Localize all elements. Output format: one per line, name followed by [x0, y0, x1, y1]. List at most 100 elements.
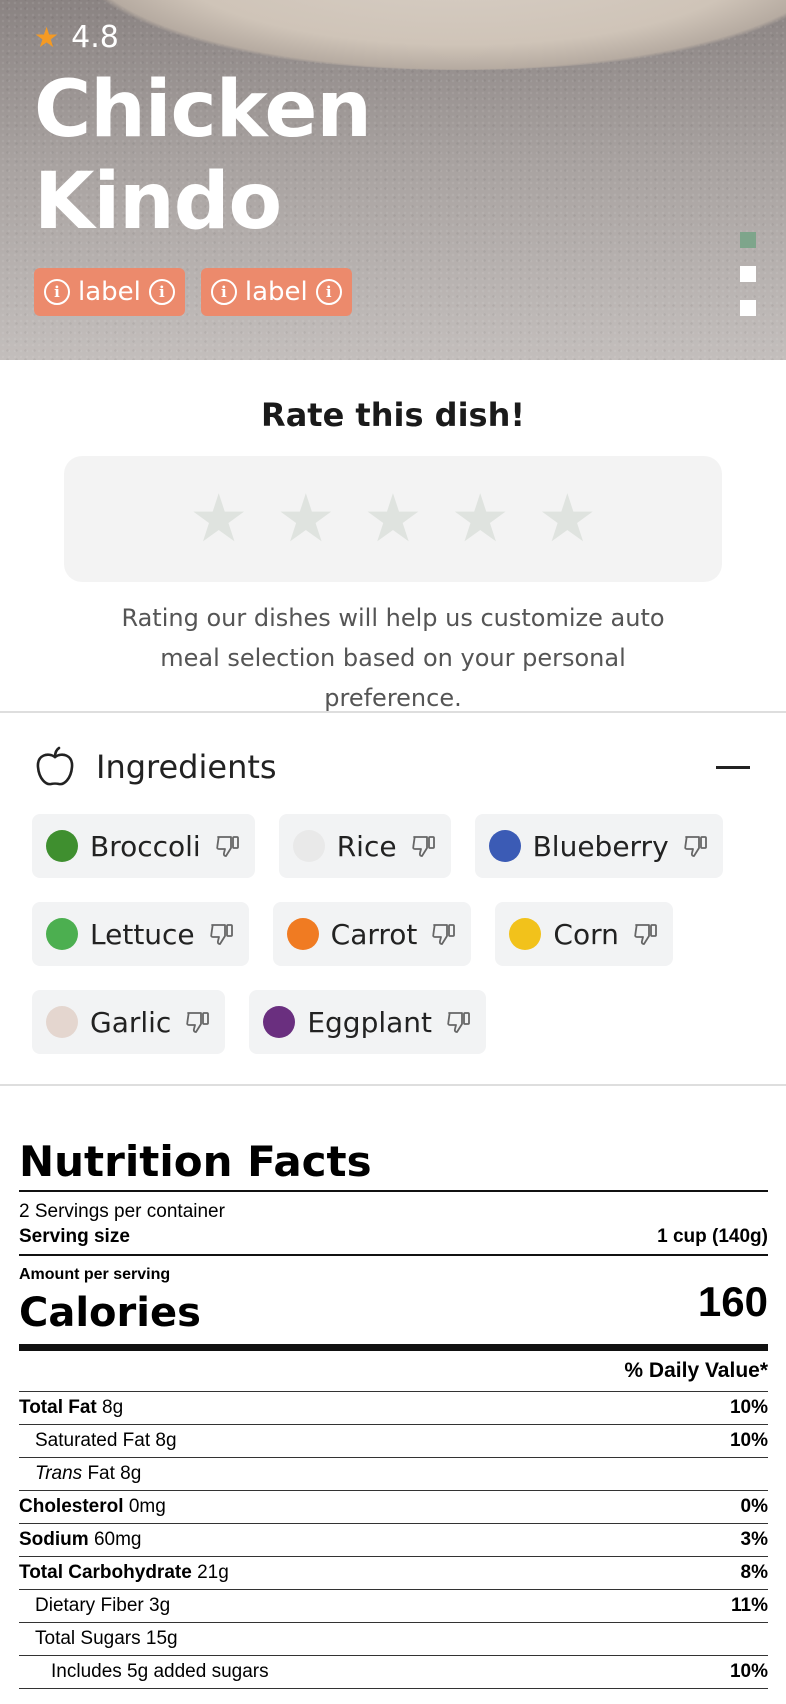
- hero-image: ★ 4.8 Chicken Kindo i label i i label i: [0, 0, 786, 360]
- nutrient-amount: 21g: [197, 1562, 229, 1583]
- ingredients-header[interactable]: Ingredients: [34, 744, 750, 790]
- thumbs-down-icon[interactable]: [185, 1009, 211, 1035]
- divider: [0, 711, 786, 713]
- nutrient-row: Trans Fat 8g: [19, 1458, 768, 1491]
- ingredient-chip-eggplant[interactable]: Eggplant: [249, 990, 487, 1054]
- calories-row: Calories 160: [19, 1278, 768, 1351]
- rice-bowl-icon: [292, 830, 325, 862]
- nutrient-daily-value: 8%: [740, 1562, 768, 1583]
- nutrient-daily-value: 10%: [729, 1430, 768, 1451]
- nutrient-row: Total Sugars 15g: [19, 1623, 768, 1656]
- nutrient-italic-label: Trans: [35, 1463, 83, 1484]
- ingredient-label: Rice: [336, 829, 397, 863]
- nutrient-daily-value: 3%: [740, 1529, 768, 1550]
- ingredient-label: Garlic: [90, 1005, 172, 1039]
- ingredients-title: Ingredients: [96, 748, 277, 786]
- tag-badge[interactable]: i label i: [34, 268, 185, 316]
- nutrient-row: Total Fat 8g 10%: [19, 1392, 768, 1425]
- carrot-icon: [286, 918, 319, 950]
- ingredient-chip-garlic[interactable]: Garlic: [32, 990, 226, 1054]
- star-4-icon[interactable]: ★: [451, 486, 510, 552]
- nutrient-name: Trans Fat 8g: [19, 1463, 141, 1485]
- rating-value: 4.8: [71, 20, 119, 55]
- lettuce-icon: [46, 918, 78, 950]
- serving-size-value: 1 cup (140g): [657, 1226, 768, 1247]
- nutrient-row: Includes 5g added sugars 10%: [19, 1656, 768, 1689]
- ingredient-chip-blueberry[interactable]: Blueberry: [474, 814, 723, 878]
- ingredient-chip-broccoli[interactable]: Broccoli: [32, 814, 255, 878]
- thumbs-down-icon[interactable]: [209, 921, 235, 947]
- carousel-dot-active[interactable]: [740, 232, 756, 248]
- nutrient-amount: Includes 5g added sugars: [51, 1661, 269, 1682]
- garlic-icon: [46, 1006, 78, 1038]
- thumbs-down-icon[interactable]: [683, 833, 709, 859]
- thumbs-down-icon[interactable]: [411, 833, 437, 859]
- daily-value-header: % Daily Value*: [19, 1351, 768, 1392]
- ingredient-chip-corn[interactable]: Corn: [495, 902, 673, 966]
- ingredient-chip-rice[interactable]: Rice: [278, 814, 451, 878]
- nutrient-rows: Total Fat 8g 10% Saturated Fat 8g 10% Trans …: [19, 1392, 768, 1689]
- eggplant-icon: [263, 1006, 296, 1038]
- nutrient-bold-label: Total Fat: [19, 1397, 97, 1418]
- nutrient-amount: 0mg: [128, 1496, 166, 1517]
- carousel-indicator: [740, 232, 756, 316]
- thumbs-down-icon[interactable]: [633, 921, 659, 947]
- nutrient-amount: Total Sugars 15g: [35, 1628, 178, 1649]
- ingredient-label: Blueberry: [532, 829, 669, 863]
- calories-value: 160: [697, 1278, 768, 1325]
- ingredient-label: Carrot: [330, 917, 418, 951]
- nutrient-name: Total Fat 8g: [19, 1397, 123, 1419]
- nutrient-row: Total Carbohydrate 21g 8%: [19, 1557, 768, 1590]
- star-3-icon[interactable]: ★: [363, 486, 422, 552]
- dish-rating: ★ 4.8: [34, 20, 119, 55]
- nutrient-name: Sodium 60mg: [19, 1529, 141, 1551]
- nutrient-amount: Dietary Fiber 3g: [35, 1595, 171, 1616]
- thumbs-down-icon[interactable]: [446, 1009, 472, 1035]
- ingredient-chip-carrot[interactable]: Carrot: [272, 902, 472, 966]
- nutrient-name: Saturated Fat 8g: [19, 1430, 177, 1452]
- nutrient-name: Dietary Fiber 3g: [19, 1595, 170, 1617]
- nutrient-bold-label: Sodium: [19, 1529, 89, 1550]
- thumbs-down-icon[interactable]: [215, 833, 241, 859]
- nutrient-amount: 60mg: [93, 1529, 142, 1550]
- nutrient-daily-value: 0%: [740, 1496, 768, 1517]
- nutrient-daily-value: 11%: [731, 1595, 768, 1616]
- rate-description: Rating our dishes will help us customize…: [121, 604, 665, 712]
- star-1-icon[interactable]: ★: [189, 486, 248, 552]
- nutrient-name: Cholesterol 0mg: [19, 1496, 166, 1518]
- nutrient-row: Saturated Fat 8g 10%: [19, 1425, 768, 1458]
- star-2-icon[interactable]: ★: [276, 486, 335, 552]
- ingredient-chip-lettuce[interactable]: Lettuce: [32, 902, 249, 966]
- tag-label: label: [244, 277, 308, 307]
- thumbs-down-icon[interactable]: [431, 921, 457, 947]
- servings-per-container: 2 Servings per container: [19, 1201, 225, 1222]
- collapse-minus-icon[interactable]: [716, 765, 750, 769]
- nutrient-daily-value: 10%: [729, 1397, 768, 1418]
- nutrient-name: Total Sugars 15g: [19, 1628, 178, 1650]
- tag-badge[interactable]: i label i: [200, 268, 352, 316]
- ingredient-label: Eggplant: [307, 1005, 433, 1039]
- carousel-dot[interactable]: [740, 266, 756, 282]
- serving-size: Serving size 1 cup (140g): [19, 1224, 768, 1256]
- rate-title: Rate this dish!: [261, 396, 525, 434]
- info-icon[interactable]: i: [315, 279, 342, 305]
- divider: [0, 1084, 786, 1086]
- dish-title: Chicken Kindo: [34, 65, 372, 247]
- nutrient-amount: Saturated Fat 8g: [35, 1430, 177, 1451]
- ingredient-list: Broccoli Rice Blueberry Lettuce Carrot Corn Ga…: [32, 814, 762, 1054]
- nutrition-facts: Nutrition Facts 2 Servings per container…: [19, 1136, 768, 1689]
- info-icon: i: [44, 279, 70, 305]
- star-5-icon[interactable]: ★: [538, 486, 597, 552]
- broccoli-icon: [46, 830, 78, 862]
- carousel-dot[interactable]: [740, 300, 756, 316]
- ingredient-label: Corn: [553, 917, 619, 951]
- ingredient-label: Lettuce: [90, 917, 195, 951]
- serving-size-label: Serving size: [19, 1226, 130, 1247]
- star-rating-input: ★ ★ ★ ★ ★: [64, 456, 722, 582]
- nutrient-daily-value: 10%: [729, 1661, 768, 1682]
- tag-label: label: [78, 277, 141, 307]
- apple-icon: [36, 746, 74, 786]
- nutrient-row: Sodium 60mg 3%: [19, 1524, 768, 1557]
- star-icon: ★: [34, 20, 60, 54]
- info-icon[interactable]: i: [148, 279, 175, 305]
